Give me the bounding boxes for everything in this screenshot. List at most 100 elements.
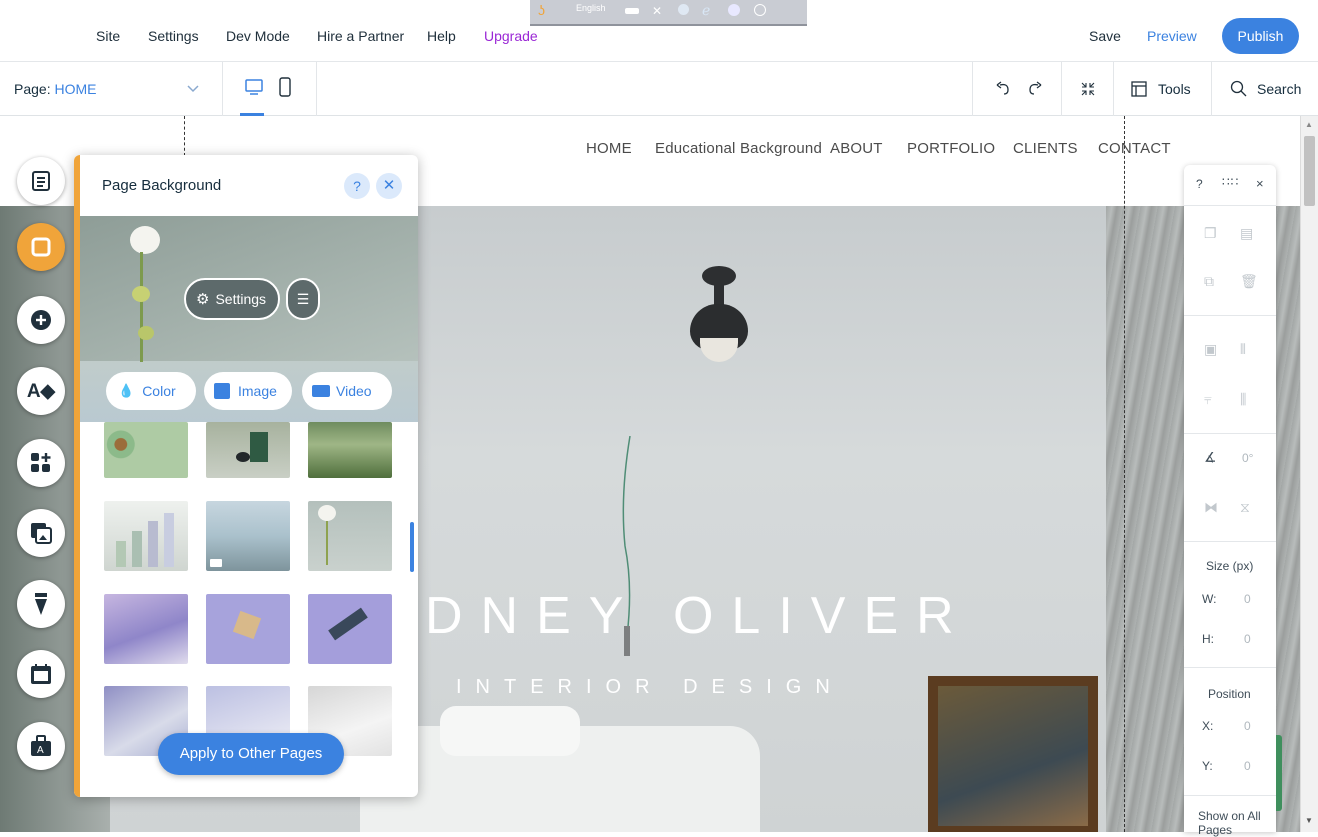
tab-video[interactable]: Video bbox=[302, 372, 392, 410]
droplet-icon: 💧 bbox=[118, 383, 135, 398]
thumb-avocados[interactable] bbox=[104, 422, 188, 478]
nav-clients[interactable]: CLIENTS bbox=[1013, 140, 1078, 157]
size-label: Size (px) bbox=[1206, 559, 1254, 573]
gridline-right bbox=[1124, 116, 1125, 832]
app-icon: ʖ bbox=[538, 2, 545, 18]
video-icon bbox=[312, 385, 330, 397]
thumb-purple-keyboard[interactable] bbox=[308, 594, 392, 664]
search-button[interactable]: Search bbox=[1257, 81, 1301, 97]
ceiling-fan-image bbox=[690, 266, 748, 366]
menu-site[interactable]: Site bbox=[96, 28, 120, 44]
scroll-down-icon[interactable]: ▼ bbox=[1305, 816, 1313, 825]
nav-about[interactable]: ABOUT bbox=[830, 140, 883, 157]
width-input[interactable]: 0 bbox=[1244, 592, 1251, 606]
gear-icon: ⚙ bbox=[196, 291, 210, 308]
add-elements-button[interactable] bbox=[17, 296, 65, 344]
thumb-purple-scene[interactable] bbox=[104, 594, 188, 664]
tab-video-label: Video bbox=[336, 383, 372, 399]
scrollbar-thumb[interactable] bbox=[1304, 136, 1315, 206]
hero-subtitle[interactable]: INTERIOR DESIGN bbox=[456, 676, 844, 699]
thumb-bars[interactable] bbox=[104, 501, 188, 571]
my-business-button[interactable]: A bbox=[17, 722, 65, 770]
editor-toolbar: Page: HOME Tools Search bbox=[0, 62, 1318, 116]
tab-image-label: Image bbox=[238, 383, 277, 399]
nav-educational-background[interactable]: Educational Background bbox=[655, 140, 822, 157]
close-icon[interactable]: ✕ bbox=[376, 173, 402, 199]
thumb-green-box[interactable] bbox=[206, 422, 290, 478]
orchid-image bbox=[120, 226, 160, 366]
canvas-scrollbar[interactable]: ▲ ▼ bbox=[1300, 116, 1318, 832]
copy-icon[interactable]: ❐ bbox=[1204, 225, 1220, 241]
search-icon[interactable] bbox=[1230, 80, 1247, 97]
framed-painting-image bbox=[928, 676, 1098, 832]
nav-contact[interactable]: CONTACT bbox=[1098, 140, 1171, 157]
chat-widget-edge[interactable] bbox=[1276, 735, 1282, 811]
menu-upgrade[interactable]: Upgrade bbox=[484, 28, 538, 44]
image-icon bbox=[214, 383, 230, 399]
tools-button[interactable]: Tools bbox=[1158, 81, 1191, 97]
zoom-out-icon[interactable] bbox=[1080, 81, 1096, 97]
tab-image[interactable]: Image bbox=[204, 372, 292, 410]
scroll-up-icon[interactable]: ▲ bbox=[1305, 120, 1313, 129]
x-input[interactable]: 0 bbox=[1244, 719, 1251, 733]
nav-home[interactable]: HOME bbox=[586, 140, 632, 157]
tools-icon[interactable] bbox=[1131, 81, 1147, 97]
match-size-icon[interactable]: ⫼ bbox=[1240, 391, 1256, 407]
nav-portfolio[interactable]: PORTFOLIO bbox=[907, 140, 995, 157]
y-input[interactable]: 0 bbox=[1244, 759, 1251, 773]
show-on-all-pages-toggle[interactable]: Show on All Pages bbox=[1198, 809, 1268, 837]
rotate-icon[interactable]: ∡ bbox=[1204, 449, 1220, 465]
delete-icon[interactable]: 🗑 bbox=[1240, 273, 1258, 289]
page-selector[interactable]: Page: HOME bbox=[14, 81, 96, 97]
tab-color[interactable]: 💧 Color bbox=[106, 372, 196, 410]
menu-settings[interactable]: Settings bbox=[148, 28, 199, 44]
distribute-icon[interactable]: ⫧ bbox=[1204, 391, 1220, 407]
apply-to-other-pages-button[interactable]: Apply to Other Pages bbox=[158, 733, 344, 775]
bookings-button[interactable] bbox=[17, 650, 65, 698]
publish-button[interactable]: Publish bbox=[1222, 18, 1299, 54]
apps-icon bbox=[31, 453, 51, 472]
undo-icon[interactable] bbox=[996, 81, 1012, 95]
flip-horizontal-icon[interactable]: ⧓ bbox=[1204, 499, 1220, 515]
preview-button[interactable]: Preview bbox=[1147, 28, 1197, 44]
menu-help[interactable]: Help bbox=[427, 28, 456, 44]
menu-dev-mode[interactable]: Dev Mode bbox=[226, 28, 290, 44]
settings-button[interactable]: ⚙ Settings bbox=[184, 278, 280, 320]
menu-hire-a-partner[interactable]: Hire a Partner bbox=[317, 28, 404, 44]
pages-icon bbox=[32, 171, 50, 191]
rotation-value[interactable]: 0° bbox=[1242, 451, 1253, 465]
adjust-button[interactable]: ☰ bbox=[286, 278, 320, 320]
paste-icon[interactable]: ▤ bbox=[1240, 225, 1256, 241]
thumb-lake-video[interactable] bbox=[206, 501, 290, 571]
height-input[interactable]: 0 bbox=[1244, 632, 1251, 646]
add-apps-button[interactable] bbox=[17, 439, 65, 487]
help-icon[interactable]: ? bbox=[344, 173, 370, 199]
pages-menu-button[interactable] bbox=[17, 157, 65, 205]
calendar-icon bbox=[31, 664, 51, 684]
tools-close-icon[interactable]: × bbox=[1256, 176, 1264, 191]
flip-vertical-icon[interactable]: ⧖ bbox=[1240, 499, 1256, 515]
media-button[interactable] bbox=[17, 509, 65, 557]
mobile-view-icon[interactable] bbox=[279, 77, 291, 97]
thumb-landscape[interactable] bbox=[308, 422, 392, 478]
blog-button[interactable] bbox=[17, 580, 65, 628]
save-button[interactable]: Save bbox=[1089, 28, 1121, 44]
page-background-panel: Page Background ? ✕ ⚙ Settings ☰ 💧 Color… bbox=[74, 155, 418, 797]
duplicate-icon[interactable]: ⧉ bbox=[1204, 273, 1220, 289]
design-button[interactable]: A◆ bbox=[17, 367, 65, 415]
drag-handle-icon[interactable]: ∷∷ bbox=[1222, 175, 1239, 189]
align-right-icon[interactable]: ⫴ bbox=[1240, 341, 1256, 357]
arrange-icon[interactable]: ▣ bbox=[1204, 341, 1220, 357]
hero-title[interactable]: DNEY OLIVER bbox=[425, 586, 972, 646]
background-button[interactable] bbox=[17, 223, 65, 271]
thumb-purple-box[interactable] bbox=[206, 594, 290, 664]
desktop-view-icon[interactable] bbox=[245, 78, 263, 96]
width-label: W: bbox=[1202, 592, 1217, 606]
background-icon bbox=[31, 237, 51, 257]
thumbnail-scrollbar[interactable] bbox=[410, 522, 414, 572]
tools-help-icon[interactable]: ? bbox=[1196, 177, 1203, 191]
thumb-orchid[interactable] bbox=[308, 501, 392, 571]
layout-tools-panel: ? ∷∷ × ❐ ▤ ⧉ 🗑 ▣ ⫴ ⫧ ⫼ ∡ 0° ⧓ ⧖ Size (px… bbox=[1184, 165, 1276, 837]
chevron-down-icon[interactable] bbox=[187, 85, 199, 93]
redo-icon[interactable] bbox=[1026, 81, 1042, 95]
